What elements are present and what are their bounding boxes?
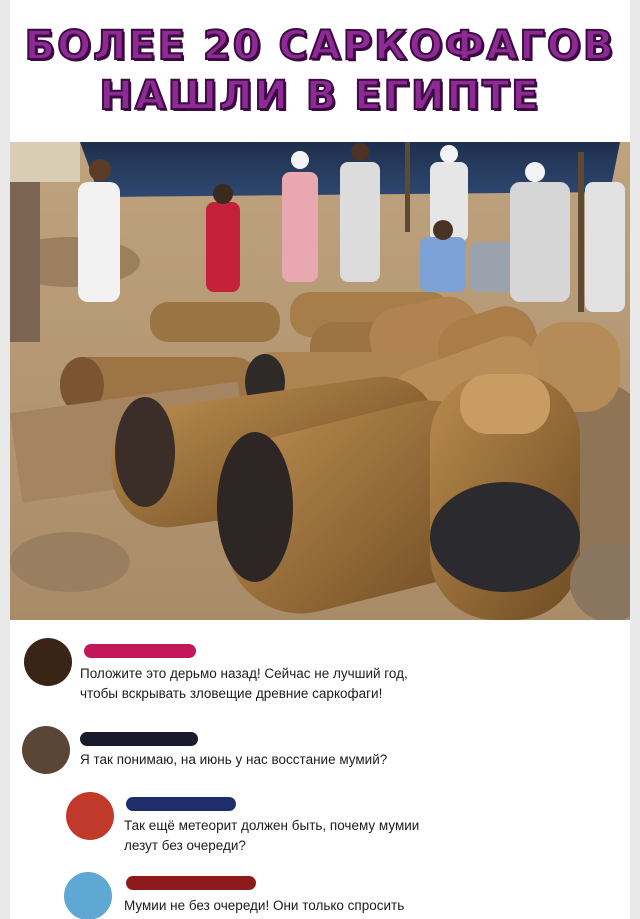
headline: БОЛЕЕ 20 САРКОФАГОВ НАШЛИ В ЕГИПТЕ	[10, 0, 630, 142]
redacted-username[interactable]	[126, 876, 256, 890]
avatar[interactable]	[64, 872, 112, 919]
headline-line-2: НАШЛИ В ЕГИПТЕ	[98, 72, 541, 120]
post-card: БОЛЕЕ 20 САРКОФАГОВ НАШЛИ В ЕГИПТЕ Полож…	[10, 0, 630, 919]
comment-text-line: Мумии не без очереди! Они только спросит…	[124, 898, 405, 913]
comment: Мумии не без очереди! Они только спросит…	[10, 620, 630, 919]
comments-section: Положите это дерьмо назад! Сейчас не луч…	[10, 620, 630, 919]
sarcophagi-photo	[10, 142, 630, 620]
headline-line-1: БОЛЕЕ 20 САРКОФАГОВ	[24, 22, 616, 70]
photo-illustration	[10, 142, 630, 620]
